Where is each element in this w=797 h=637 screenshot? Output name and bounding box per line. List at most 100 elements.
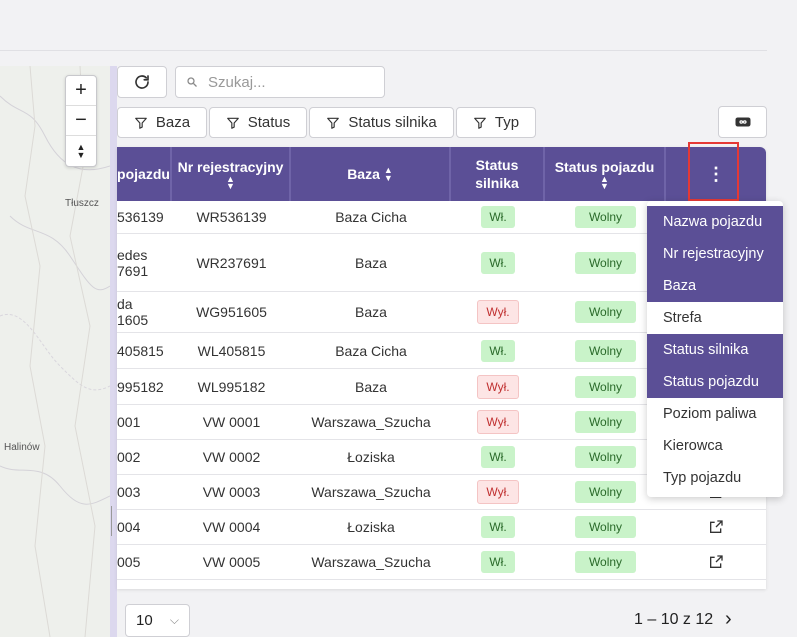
engine-status-badge: Wł. — [481, 446, 515, 468]
highlight-box — [688, 142, 739, 201]
table-row[interactable]: 005 VW 0005 Warszawa_Szucha Wł. Wolny — [117, 545, 766, 580]
cell-registration: VW 0004 — [172, 510, 291, 544]
cell-vehicle-name: 995182 — [117, 369, 172, 404]
column-menu-item[interactable]: Status silnika — [647, 334, 783, 366]
table-row[interactable]: 004 VW 0004 Łoziska Wł. Wolny — [117, 510, 766, 545]
filter-icon — [135, 117, 147, 129]
vehicle-status-badge: Wolny — [574, 446, 637, 468]
cell-registration-text: VW 0002 — [202, 449, 261, 465]
cell-registration: WL995182 — [172, 369, 291, 404]
cell-base-text: Łoziska — [347, 449, 395, 465]
col-header-vehicle-status[interactable]: Status pojazdu ▲ ▼ — [545, 147, 666, 201]
panel-splitter[interactable] — [110, 66, 118, 637]
cell-engine-status: Wł. — [451, 440, 545, 474]
map-label-tluszcz: Tłuszcz — [65, 198, 99, 209]
column-menu-item[interactable]: Kierowca — [647, 430, 783, 462]
sort-icon: ▲ ▼ — [600, 174, 609, 191]
infinity-link-icon — [735, 117, 750, 127]
cell-vehicle-name-text: 005 — [117, 554, 141, 570]
engine-status-badge: Wył. — [477, 410, 519, 434]
cell-engine-status: Wł. — [451, 234, 545, 291]
cell-vehicle-name-text: da 1605 — [117, 296, 149, 328]
open-external-icon[interactable] — [708, 519, 724, 535]
compass-button[interactable]: ▲ ▼ — [66, 136, 96, 166]
cell-base-text: Baza Cicha — [335, 342, 407, 359]
compass-icon: ▲ ▼ — [76, 142, 86, 160]
cell-base-text: Warszawa_Szucha — [311, 484, 431, 500]
vehicle-status-badge: Wolny — [574, 551, 637, 573]
column-menu-item[interactable]: Strefa — [647, 302, 783, 334]
search-input[interactable] — [206, 72, 380, 92]
cell-vehicle-name: 004 — [117, 510, 172, 544]
column-menu-item[interactable]: Typ pojazdu — [647, 462, 783, 494]
zoom-out-button[interactable]: − — [66, 106, 96, 136]
cell-base: Baza — [291, 234, 451, 291]
column-menu-item[interactable]: Nr rejestracyjny — [647, 238, 783, 270]
cell-base: Łoziska — [291, 510, 451, 544]
filter-type-button[interactable]: Typ — [456, 107, 536, 138]
refresh-button[interactable] — [117, 66, 167, 98]
search-field[interactable] — [175, 66, 385, 98]
cell-registration: VW 0005 — [172, 545, 291, 579]
cell-vehicle-name-text: 995182 — [117, 378, 164, 395]
cell-base: Baza — [291, 369, 451, 404]
cell-vehicle-name: da 1605 — [117, 292, 172, 332]
engine-status-badge: Wł. — [481, 251, 515, 274]
col-header-base[interactable]: Baza ▲ ▼ — [291, 147, 451, 201]
col-header-registration[interactable]: Nr rejestracyjny ▲ ▼ — [172, 147, 291, 201]
search-icon — [187, 77, 197, 87]
engine-status-badge: Wył. — [477, 374, 519, 399]
map-zoom-control: + − ▲ ▼ — [65, 75, 97, 167]
filter-icon — [327, 117, 340, 129]
open-external-icon[interactable] — [708, 554, 724, 570]
column-menu-item[interactable]: Nazwa pojazdu — [647, 206, 783, 238]
cell-registration: WG951605 — [172, 292, 291, 332]
cell-registration-text: WR536139 — [196, 209, 267, 225]
sort-icon: ▲ ▼ — [383, 165, 393, 183]
filter-label: Typ — [494, 114, 520, 131]
cell-base-text: Łoziska — [347, 519, 395, 535]
filter-baza-button[interactable]: Baza — [117, 107, 207, 138]
engine-status-badge: Wł. — [481, 551, 515, 573]
cell-engine-status: Wył. — [451, 369, 545, 404]
cell-vehicle-name-text: 003 — [117, 484, 141, 500]
cell-vehicle-name-text: 001 — [117, 414, 141, 430]
column-visibility-menu: Nazwa pojazdu Nr rejestracyjny Baza Strefa S… — [647, 201, 783, 497]
filter-engine-status-button[interactable]: Status silnika — [309, 107, 454, 138]
col-header-engine-status[interactable]: Status silnika — [451, 147, 545, 201]
vehicle-status-badge: Wolny — [574, 481, 637, 503]
col-header-vehicle-name[interactable]: pojazdu — [117, 147, 172, 201]
engine-status-badge: Wył. — [477, 480, 519, 504]
vehicle-status-badge: Wolny — [574, 251, 637, 274]
cell-registration: WR237691 — [172, 234, 291, 291]
cell-registration-text: VW 0003 — [202, 484, 261, 500]
column-menu-item[interactable]: Poziom paliwa — [647, 398, 783, 430]
cell-registration-text: WL405815 — [197, 342, 266, 359]
vehicle-status-badge: Wolny — [574, 411, 637, 433]
filter-label: Status — [247, 114, 291, 131]
cell-engine-status: Wył. — [451, 405, 545, 439]
cell-vehicle-name-text: 002 — [117, 449, 141, 465]
cell-vehicle-name: 003 — [117, 475, 172, 509]
cell-base: Baza Cicha — [291, 201, 451, 233]
zoom-in-button[interactable]: + — [66, 76, 96, 106]
filter-icon — [226, 117, 239, 129]
filter-status-button[interactable]: Status — [209, 107, 307, 138]
link-button[interactable] — [718, 106, 767, 138]
engine-status-badge: Wł. — [481, 339, 515, 362]
cell-engine-status: Wył. — [451, 292, 545, 332]
column-menu-item[interactable]: Baza — [647, 270, 783, 302]
cell-vehicle-status: Wolny — [545, 510, 666, 544]
cell-base-text: Baza Cicha — [335, 209, 407, 225]
cell-vehicle-name-text: 536139 — [117, 209, 164, 225]
cell-registration-text: VW 0001 — [202, 414, 261, 430]
next-page-button[interactable]: › — [725, 608, 732, 631]
page-size-select[interactable]: 10 ⌵ — [125, 604, 190, 637]
column-menu-item[interactable]: Status pojazdu — [647, 366, 783, 398]
cell-engine-status: Wł. — [451, 333, 545, 368]
cell-actions — [666, 545, 766, 579]
top-bar — [0, 0, 767, 51]
cell-base-text: Warszawa_Szucha — [311, 554, 431, 570]
cell-engine-status: Wł. — [451, 545, 545, 579]
sort-icon: ▲ ▼ — [226, 174, 235, 191]
